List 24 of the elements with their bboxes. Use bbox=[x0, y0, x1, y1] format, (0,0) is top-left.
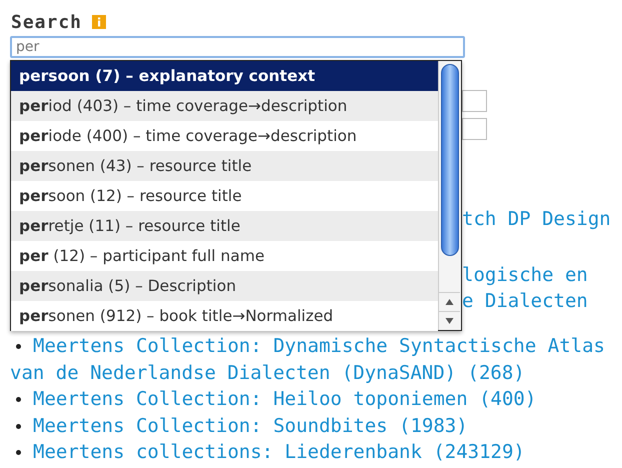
scrollbar-thumb[interactable] bbox=[441, 64, 459, 256]
suggestion-item[interactable]: personalia (5) – Description bbox=[11, 271, 438, 301]
scrollbar[interactable] bbox=[438, 61, 461, 330]
input-field[interactable] bbox=[462, 90, 487, 112]
suggestion-item[interactable]: persoon (7) – explanatory context bbox=[11, 61, 438, 91]
link-text[interactable]: tch DP Design bbox=[462, 206, 611, 232]
bullet-icon bbox=[16, 344, 21, 349]
result-link[interactable]: Meertens Collection: Dynamische Syntactische Atlas van de Nederlandse Dialecten (DynaSAND) (268) bbox=[10, 333, 615, 386]
suggestion-item[interactable]: personen (912) – book title→Normalized bbox=[11, 301, 438, 331]
result-link[interactable]: Meertens Collection: Heiloo toponiemen (400) bbox=[10, 386, 615, 412]
result-link[interactable]: Meertens collections: Liederenbank (243129) bbox=[10, 439, 615, 466]
suggestion-item[interactable]: period (403) – time coverage→description bbox=[11, 91, 438, 121]
suggestion-item[interactable]: personen (43) – resource title bbox=[11, 151, 438, 181]
link-text[interactable]: logische en bbox=[462, 262, 588, 288]
result-link[interactable]: Meertens Collection: Soundbites (1983) bbox=[10, 412, 615, 439]
search-label: Search bbox=[11, 12, 82, 32]
bullet-icon bbox=[16, 397, 21, 402]
link-text[interactable]: e Dialecten bbox=[462, 288, 588, 314]
bullet-icon bbox=[16, 424, 21, 428]
search-field[interactable]: per bbox=[10, 36, 465, 58]
bullet-icon bbox=[16, 450, 21, 455]
info-icon[interactable] bbox=[92, 15, 106, 29]
input-field[interactable] bbox=[462, 118, 487, 140]
suggestion-item[interactable]: perretje (11) – resource title bbox=[11, 211, 438, 241]
